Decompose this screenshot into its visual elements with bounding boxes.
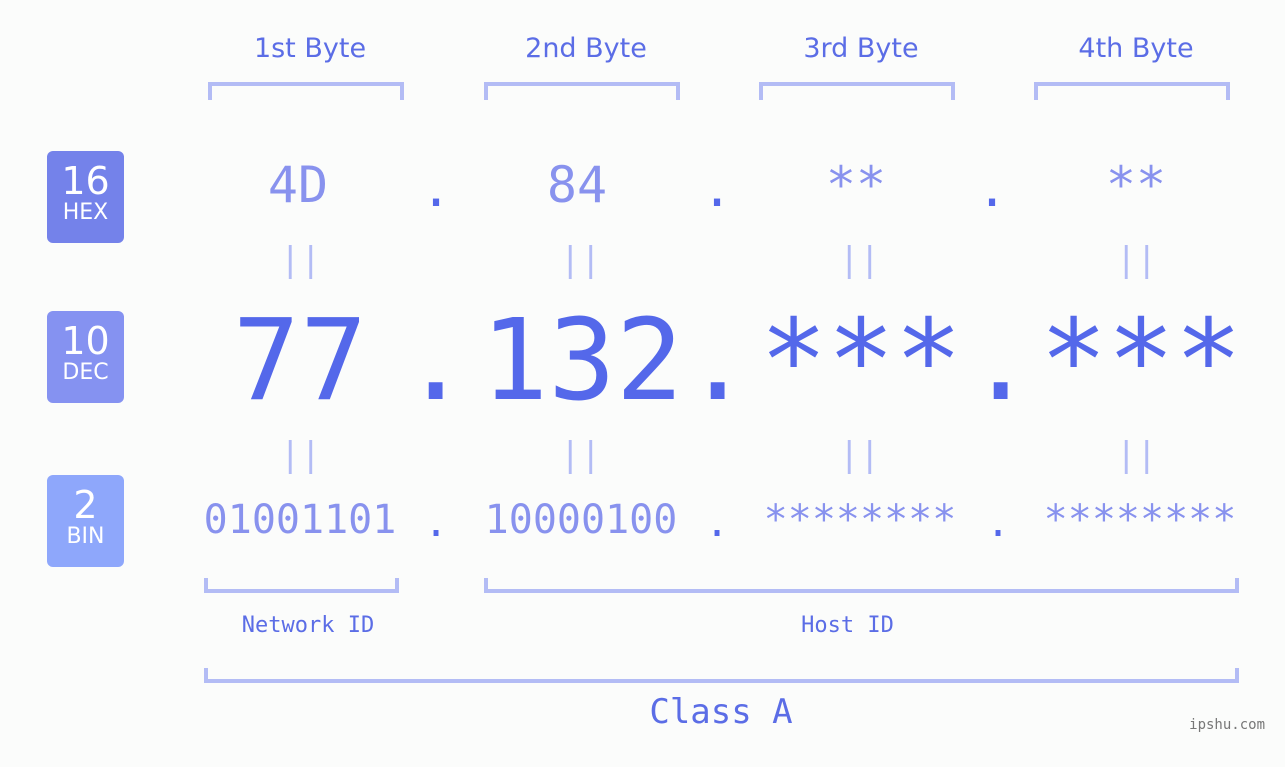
bin-byte-3: ******** — [763, 497, 957, 543]
host-id-label: Host ID — [801, 613, 894, 638]
dec-byte-4: *** — [1039, 296, 1243, 426]
byte-bracket-2 — [484, 82, 680, 100]
byte-header-2: 2nd Byte — [525, 33, 647, 64]
bin-byte-2: 10000100 — [484, 497, 678, 543]
hex-byte-2: 84 — [546, 156, 608, 214]
hex-byte-4: ** — [1105, 156, 1167, 214]
equals-sign: || — [560, 240, 601, 280]
hex-byte-1: 4D — [267, 156, 329, 214]
equals-sign: || — [280, 435, 321, 475]
equals-sign: || — [1116, 435, 1157, 475]
equals-sign: || — [280, 240, 321, 280]
byte-header-3: 3rd Byte — [803, 33, 919, 64]
dec-byte-2: 132 — [480, 296, 684, 426]
hex-dot-1: . — [420, 160, 452, 218]
bin-badge: 2 BIN — [47, 475, 124, 567]
hex-dot-3: . — [976, 160, 1008, 218]
byte-header-4: 4th Byte — [1078, 33, 1194, 64]
watermark: ipshu.com — [1189, 717, 1265, 733]
byte-header-1: 1st Byte — [253, 33, 367, 64]
bin-badge-number: 2 — [73, 483, 98, 527]
network-id-label: Network ID — [241, 613, 375, 638]
bin-byte-1: 01001101 — [203, 497, 397, 543]
host-id-bracket — [484, 578, 1239, 593]
hex-badge-label: HEX — [62, 200, 109, 225]
dec-badge: 10 DEC — [47, 311, 124, 403]
dec-badge-label: DEC — [62, 360, 109, 385]
equals-sign: || — [560, 435, 601, 475]
hex-dot-2: . — [701, 160, 733, 218]
equals-sign: || — [839, 240, 880, 280]
byte-bracket-4 — [1034, 82, 1230, 100]
byte-bracket-3 — [759, 82, 955, 100]
bin-badge-label: BIN — [66, 524, 105, 549]
dec-byte-3: *** — [759, 296, 963, 426]
bin-byte-4: ******** — [1043, 497, 1237, 543]
dec-byte-1: 77 — [232, 296, 368, 426]
hex-badge: 16 HEX — [47, 151, 124, 243]
class-bracket — [204, 668, 1239, 683]
byte-bracket-1 — [208, 82, 404, 100]
class-label: Class A — [649, 692, 793, 732]
equals-sign: || — [839, 435, 880, 475]
bin-dot-1: . — [423, 500, 449, 546]
hex-byte-3: ** — [825, 156, 887, 214]
dec-badge-number: 10 — [61, 319, 110, 363]
equals-sign: || — [1116, 240, 1157, 280]
hex-badge-number: 16 — [61, 159, 110, 203]
network-id-bracket — [204, 578, 399, 593]
